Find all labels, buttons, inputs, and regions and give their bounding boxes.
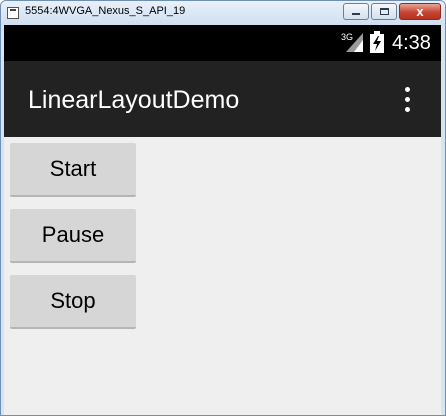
network-type-label: 3G <box>341 32 353 42</box>
android-status-bar: 3G 4:38 <box>4 25 441 61</box>
window-titlebar[interactable]: 5554:4WVGA_Nexus_S_API_19 x <box>1 1 445 25</box>
device-screen: 3G 4:38 LinearLayoutDemo Start Pause Sto… <box>4 25 441 415</box>
start-button[interactable]: Start <box>10 143 136 197</box>
app-window-icon <box>7 7 19 19</box>
action-bar: LinearLayoutDemo <box>4 61 441 137</box>
window-frame-edge <box>441 25 445 415</box>
pause-button[interactable]: Pause <box>10 209 136 263</box>
battery-charging-icon <box>370 31 384 53</box>
emulator-window: 5554:4WVGA_Nexus_S_API_19 x 3G 4:38 Line… <box>0 0 446 416</box>
app-title: LinearLayoutDemo <box>28 86 240 114</box>
window-title: 5554:4WVGA_Nexus_S_API_19 <box>25 5 186 17</box>
maximize-button[interactable] <box>371 3 397 20</box>
close-button[interactable]: x <box>399 3 441 20</box>
stop-button[interactable]: Stop <box>10 275 136 329</box>
minimize-button[interactable] <box>343 3 369 20</box>
signal-3g-icon: 3G <box>341 32 363 52</box>
close-icon: x <box>416 4 424 19</box>
overflow-menu-icon[interactable] <box>400 87 416 113</box>
status-clock: 4:38 <box>392 32 431 54</box>
